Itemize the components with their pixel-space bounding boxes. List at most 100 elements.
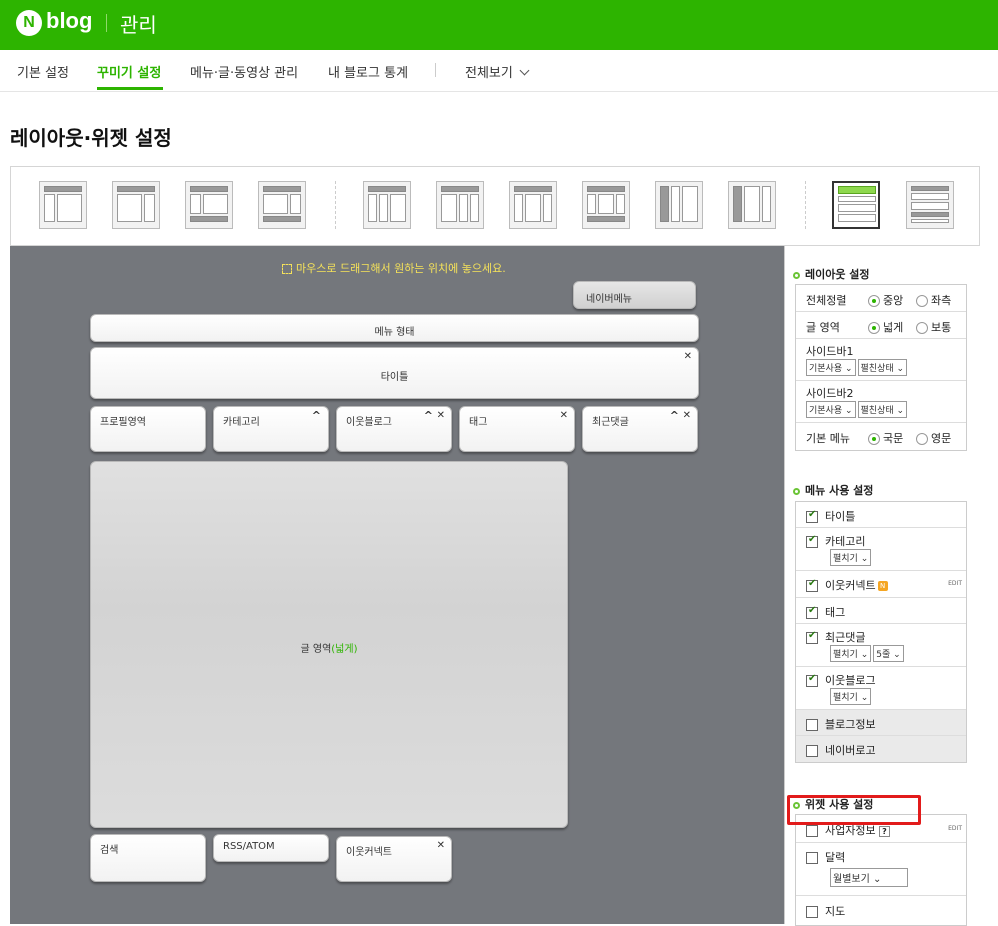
widget-tag[interactable]: 태그 ✕: [459, 406, 575, 452]
tab-decorate-settings[interactable]: 꾸미기 설정: [97, 62, 161, 81]
tab-basic-settings[interactable]: 기본 설정: [17, 62, 69, 81]
menu-tag-row[interactable]: 태그: [796, 598, 966, 624]
align-center-radio[interactable]: 중앙: [868, 292, 903, 308]
row-label: 전체정렬: [806, 294, 847, 307]
bullet-icon: [793, 487, 800, 495]
post-normal-radio[interactable]: 보통: [916, 319, 951, 335]
widget-calendar-row[interactable]: 달력 월별보기 ⌄: [796, 843, 966, 896]
layout-option-2[interactable]: [112, 181, 160, 229]
blog-brand[interactable]: blog: [46, 8, 92, 34]
menu-naver-logo-row[interactable]: 네이버로고: [796, 736, 966, 762]
close-icon[interactable]: ✕: [683, 410, 691, 421]
menu-category-row[interactable]: 카테고리펼치기 ⌄: [796, 528, 966, 571]
checkbox-icon[interactable]: [806, 719, 818, 731]
checkbox-icon[interactable]: [806, 745, 818, 757]
close-icon[interactable]: ✕: [437, 840, 445, 851]
checkbox-icon[interactable]: [806, 509, 818, 523]
checkbox-icon[interactable]: [806, 578, 818, 592]
row-label: 글 영역: [806, 321, 840, 334]
layout-option-12[interactable]: [906, 181, 954, 229]
row-label: 최근댓글: [825, 631, 866, 644]
sidebar2-row: 사이드바2 기본사용 ⌄ 펼친상태 ⌄: [796, 381, 966, 423]
top-bar: N blog 관리: [0, 0, 998, 50]
checkbox-icon[interactable]: [806, 852, 818, 864]
tab-blog-stats[interactable]: 내 블로그 통계: [328, 62, 408, 81]
checkbox-icon[interactable]: [806, 673, 818, 687]
post-area-text: 글 영역: [300, 644, 332, 655]
tab-view-all[interactable]: 전체보기: [465, 62, 530, 81]
align-left-radio[interactable]: 좌측: [916, 292, 951, 308]
checkbox-icon[interactable]: [806, 906, 818, 918]
layout-option-4[interactable]: [258, 181, 306, 229]
app-title: 관리: [120, 13, 157, 37]
widget-rss[interactable]: RSS/ATOM: [213, 834, 329, 862]
layout-option-9[interactable]: [655, 181, 703, 229]
close-icon[interactable]: ✕: [560, 410, 568, 421]
collapse-icon[interactable]: ^: [424, 409, 433, 422]
widget-recent-comments[interactable]: 최근댓글 ^ ✕: [582, 406, 698, 452]
layout-option-5[interactable]: [363, 181, 411, 229]
widget-neighbor-connect[interactable]: 이웃커넥트 ✕: [336, 836, 452, 882]
widget-map-row[interactable]: 지도: [796, 896, 966, 924]
naver-logo-icon[interactable]: N: [16, 10, 42, 36]
menu-korean-radio[interactable]: 국문: [868, 430, 903, 446]
layout-option-6[interactable]: [436, 181, 484, 229]
menu-english-radio[interactable]: 영문: [916, 430, 951, 446]
menu-neighbor-blog-row[interactable]: 이웃블로그펼치기 ⌄: [796, 667, 966, 710]
drag-icon: [282, 264, 292, 274]
neighbor-blog-select[interactable]: 펼치기 ⌄: [830, 688, 872, 705]
sidebar2-use-select[interactable]: 기본사용 ⌄: [806, 401, 856, 418]
edit-link[interactable]: EDIT: [948, 580, 962, 587]
sidebar1-use-select[interactable]: 기본사용 ⌄: [806, 359, 856, 376]
layout-picker: [10, 166, 980, 246]
post-area-row: 글 영역 넓게 보통: [796, 312, 966, 339]
close-icon[interactable]: ✕: [437, 410, 445, 421]
menu-neighbor-connect-row[interactable]: 이웃커넥트N EDIT: [796, 571, 966, 598]
recent-expand-select[interactable]: 펼치기 ⌄: [830, 645, 872, 662]
checkbox-icon[interactable]: [806, 825, 818, 837]
option-label: 국문: [883, 432, 904, 445]
sidebar1-state-select[interactable]: 펼친상태 ⌄: [857, 359, 908, 376]
layout-settings-heading: 레이아웃 설정: [793, 266, 870, 282]
layout-option-3[interactable]: [185, 181, 233, 229]
menu-recent-comments-row[interactable]: 최근댓글펼치기 ⌄5줄 ⌄: [796, 624, 966, 667]
layout-option-10[interactable]: [728, 181, 776, 229]
widget-search[interactable]: 검색: [90, 834, 206, 882]
widget-title[interactable]: 타이틀 ✕: [90, 347, 699, 399]
tab-menu-post-video[interactable]: 메뉴·글·동영상 관리: [190, 62, 298, 81]
recent-lines-select[interactable]: 5줄 ⌄: [873, 645, 904, 662]
radio-icon: [916, 433, 928, 445]
sidebar2-state-select[interactable]: 펼친상태 ⌄: [857, 401, 908, 418]
widget-label: 타이틀: [380, 372, 409, 383]
widget-neighbor-blog[interactable]: 이웃블로그 ^ ✕: [336, 406, 452, 452]
checkbox-icon[interactable]: [806, 605, 818, 619]
align-row: 전체정렬 중앙 좌측: [796, 285, 966, 312]
layout-option-8[interactable]: [582, 181, 630, 229]
row-label: 블로그정보: [825, 718, 876, 731]
layout-option-11-selected[interactable]: [832, 181, 880, 229]
checkbox-icon[interactable]: [806, 630, 818, 644]
edit-link[interactable]: EDIT: [948, 825, 962, 832]
radio-icon: [916, 322, 928, 334]
checkbox-icon[interactable]: [806, 534, 818, 548]
layout-option-1[interactable]: [39, 181, 87, 229]
bullet-icon: [793, 271, 800, 279]
post-wide-radio[interactable]: 넓게: [868, 319, 903, 335]
menu-blog-info-row[interactable]: 블로그정보: [796, 710, 966, 736]
layout-settings-box: 전체정렬 중앙 좌측 글 영역 넓게 보통 사이드바1 기본사용 ⌄ 펼친상태 ⌄ 사이드바…: [795, 284, 967, 451]
calendar-select[interactable]: 월별보기 ⌄: [830, 868, 908, 887]
widget-category[interactable]: 카테고리 ^: [213, 406, 329, 452]
category-select[interactable]: 펼치기 ⌄: [830, 549, 872, 566]
widget-profile[interactable]: 프로필영역: [90, 406, 206, 452]
help-icon[interactable]: ?: [879, 826, 890, 837]
collapse-icon[interactable]: ^: [312, 409, 321, 422]
collapse-icon[interactable]: ^: [670, 409, 679, 422]
widget-naver-menu[interactable]: 네이버메뉴: [573, 281, 696, 309]
row-label: 이웃블로그: [825, 674, 876, 687]
post-area[interactable]: 글 영역(넓게): [90, 461, 568, 828]
close-icon[interactable]: ✕: [684, 351, 692, 362]
layout-option-7[interactable]: [509, 181, 557, 229]
widget-menu-type[interactable]: 메뉴 형태: [90, 314, 699, 342]
menu-title-row[interactable]: 타이틀: [796, 502, 966, 528]
option-label: 중앙: [883, 294, 904, 307]
